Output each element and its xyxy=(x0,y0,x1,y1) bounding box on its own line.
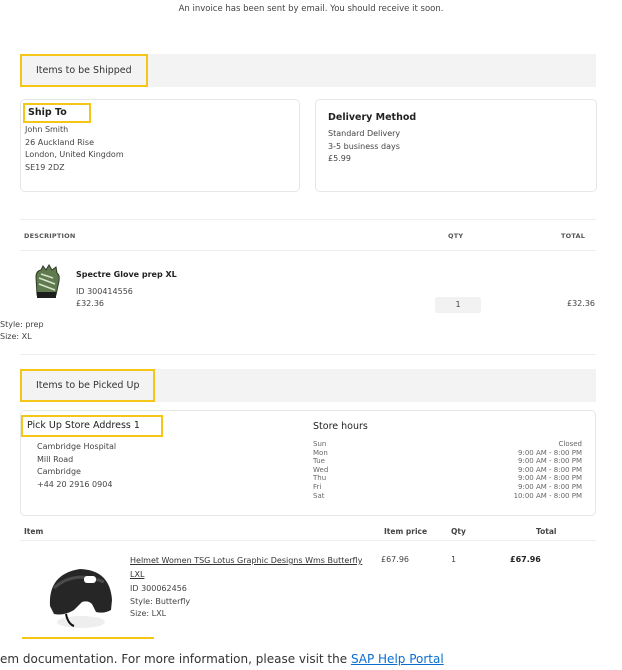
store-hours-day: Mon xyxy=(313,448,328,457)
store-hours-day: Tue xyxy=(313,457,325,466)
ship-to-title: Ship To xyxy=(23,103,91,123)
store-hours-days: Sun Mon Tue Wed Thu Fri Sat xyxy=(313,440,328,500)
helmet-item-name-line: LXL xyxy=(130,569,145,579)
shipped-section-header: Items to be Shipped xyxy=(20,54,596,87)
helmet-item-total: £67.96 xyxy=(510,555,541,564)
helmet-item-size: Size: LXL xyxy=(130,609,167,618)
column-header-qty: Qty xyxy=(451,527,466,536)
store-hours-day: Thu xyxy=(313,474,327,483)
column-header-qty: QTY xyxy=(448,232,464,240)
glove-item-price: £32.36 xyxy=(76,299,104,308)
help-text: em documentation. For more information, … xyxy=(0,652,351,666)
store-hours-time: 9:00 AM - 8:00 PM xyxy=(518,465,582,474)
highlight-edge xyxy=(22,637,154,639)
glove-qty-field[interactable]: 1 xyxy=(435,297,481,313)
column-header-total: TOTAL xyxy=(561,232,586,240)
sap-help-footer: em documentation. For more information, … xyxy=(0,652,444,666)
column-header-item-price: Item price xyxy=(384,527,428,536)
helmet-item-qty: 1 xyxy=(451,555,457,564)
delivery-method-title: Delivery Method xyxy=(328,112,417,123)
column-header-total: Total xyxy=(536,527,557,536)
store-phone: +44 20 2916 0904 xyxy=(37,479,113,489)
helmet-item-name-line: Helmet Women TSG Lotus Graphic Designs W… xyxy=(130,556,363,565)
store-hours-day: Wed xyxy=(313,465,329,474)
store-hours-day: Fri xyxy=(313,482,322,491)
store-hours-time: 10:00 AM - 8:00 PM xyxy=(513,491,582,500)
store-hours-time: 9:00 AM - 8:00 PM xyxy=(518,457,582,466)
pickup-section-label: Items to be Picked Up xyxy=(20,369,156,402)
store-address-line: Cambridge xyxy=(37,467,81,476)
sap-help-portal-link[interactable]: SAP Help Portal xyxy=(351,652,444,666)
delivery-method-name: Standard Delivery xyxy=(328,129,401,138)
ship-to-card: Ship To John Smith 26 Auckland Rise Lond… xyxy=(20,99,300,192)
store-hours-day: Sun xyxy=(313,440,327,448)
invoice-notice: An invoice has been sent by email. You s… xyxy=(178,4,444,14)
store-hours-time: Closed xyxy=(558,440,582,448)
divider xyxy=(20,219,596,220)
delivery-time: 3-5 business days xyxy=(328,141,400,151)
helmet-item-name[interactable]: Helmet Women TSG Lotus Graphic Designs W… xyxy=(130,554,362,581)
glove-item-id: ID 300414556 xyxy=(76,287,133,296)
pickup-store-title: Pick Up Store Address 1 xyxy=(21,415,163,437)
store-address-line: Mill Road xyxy=(37,454,74,464)
ship-to-city: London, United Kingdom xyxy=(25,150,124,159)
glove-item-style: Style: prep xyxy=(0,320,44,329)
helmet-item-price: £67.96 xyxy=(381,555,409,564)
divider xyxy=(20,354,596,355)
store-hours-time: 9:00 AM - 8:00 PM xyxy=(518,448,582,457)
column-header-item: Item xyxy=(24,527,44,536)
helmet-item-style: Style: Butterfly xyxy=(130,596,191,606)
glove-product-image[interactable] xyxy=(27,262,67,302)
pickup-store-card: Pick Up Store Address 1 Cambridge Hospit… xyxy=(20,410,596,516)
delivery-price: £5.99 xyxy=(328,154,351,163)
glove-item-name[interactable]: Spectre Glove prep XL xyxy=(76,270,177,279)
divider xyxy=(20,540,596,541)
helmet-item-id: ID 300062456 xyxy=(130,584,187,593)
store-hours-time: 9:00 AM - 8:00 PM xyxy=(518,474,582,483)
ship-to-name: John Smith xyxy=(25,125,69,134)
pickup-store-address: Cambridge Hospital Mill Road Cambridge +… xyxy=(37,441,116,491)
column-header-description: DESCRIPTION xyxy=(24,232,76,240)
store-hours-times: Closed 9:00 AM - 8:00 PM 9:00 AM - 8:00 … xyxy=(514,440,582,500)
store-hours-title: Store hours xyxy=(313,421,368,432)
shipped-section-label: Items to be Shipped xyxy=(20,54,148,87)
store-hours-day: Sat xyxy=(313,491,325,500)
glove-item-size: Size: XL xyxy=(0,332,32,341)
ship-to-postcode: SE19 2DZ xyxy=(25,162,65,172)
divider xyxy=(20,250,596,251)
pickup-section-header: Items to be Picked Up xyxy=(20,369,596,402)
store-address-line: Cambridge Hospital xyxy=(37,442,117,451)
helmet-product-image[interactable] xyxy=(44,560,118,634)
delivery-method-card: Delivery Method Standard Delivery 3-5 bu… xyxy=(315,99,597,192)
glove-item-total: £32.36 xyxy=(567,299,595,308)
store-hours-time: 9:00 AM - 8:00 PM xyxy=(518,482,582,491)
ship-to-street: 26 Auckland Rise xyxy=(25,137,94,147)
